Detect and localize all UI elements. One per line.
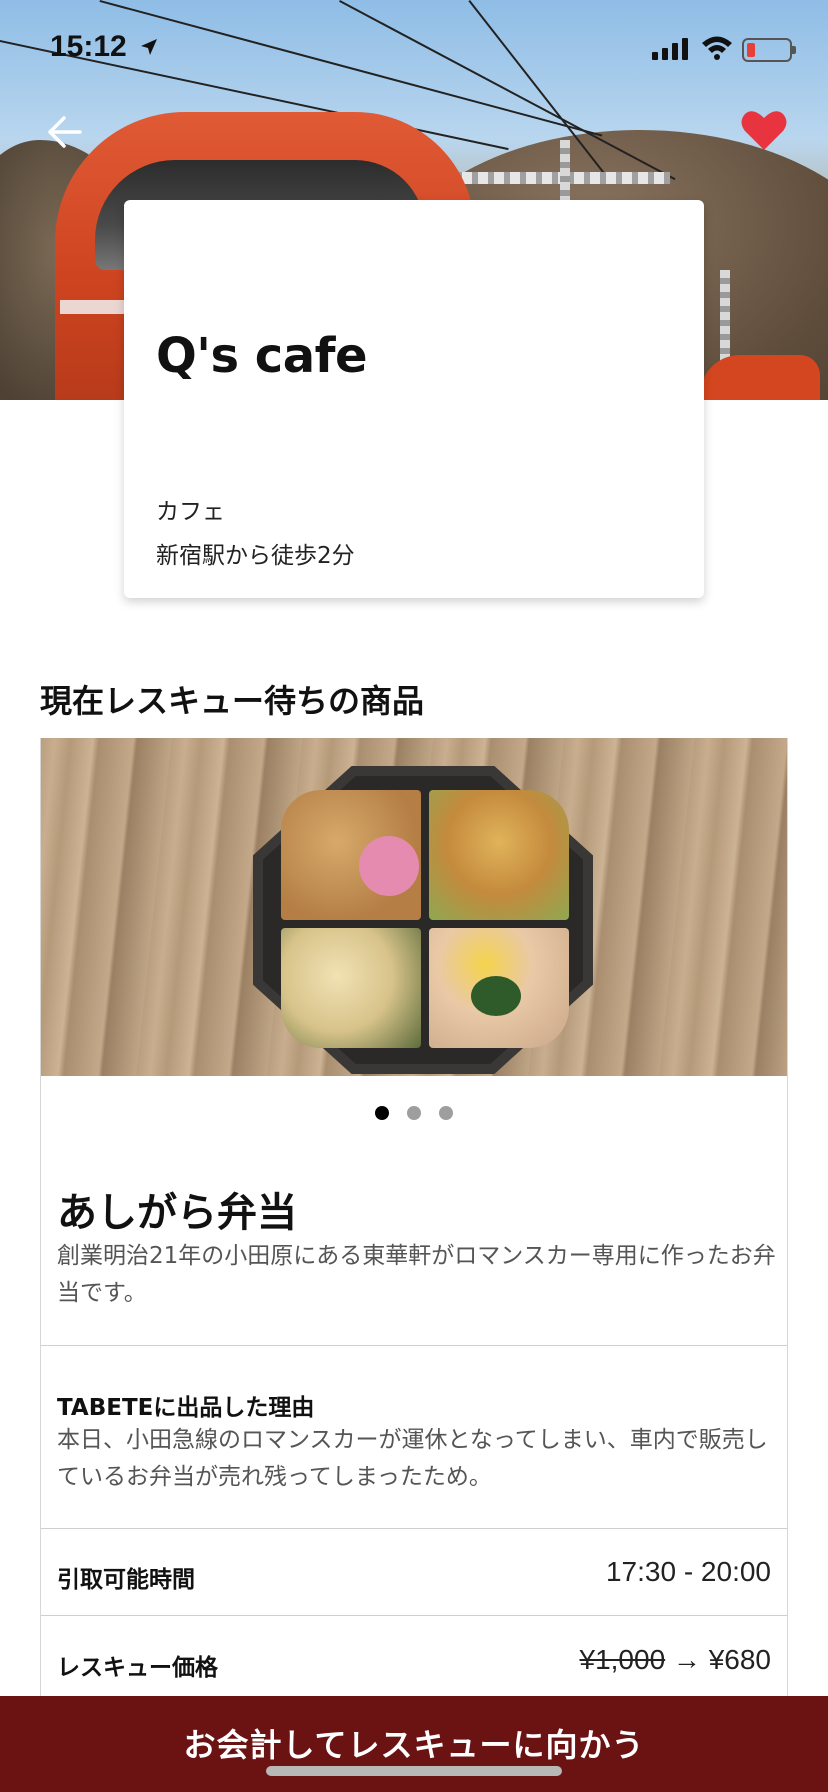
- pickup-time: 17:30 - 20:00: [605, 1556, 771, 1587]
- carousel-dots: [41, 1106, 787, 1122]
- product-card: あしがら弁当 創業明治21年の小田原にある東華軒がロマンスカー専用に作ったお弁当…: [40, 738, 788, 1792]
- wifi-icon: [702, 36, 732, 60]
- shop-category: カフェ: [156, 499, 225, 525]
- shop-access: 新宿駅から徒歩2分: [156, 543, 355, 569]
- product-image[interactable]: [41, 738, 787, 1076]
- product-name: あしがら弁当: [57, 1190, 297, 1236]
- catenary-beam: [430, 172, 670, 184]
- carousel-dot[interactable]: [375, 1106, 389, 1120]
- battery-icon: [742, 38, 796, 62]
- status-time: 15:12: [50, 30, 127, 63]
- bento-pickle: [359, 836, 419, 896]
- status-bar: 15:12: [0, 0, 828, 100]
- heart-icon[interactable]: [740, 108, 788, 152]
- battery-level: [747, 43, 755, 57]
- train-rear: [700, 355, 820, 400]
- reason-text: 本日、小田急線のロマンスカーが運休となってしまい、車内で販売しているお弁当が売れ…: [57, 1427, 768, 1490]
- divider: [41, 1615, 787, 1616]
- back-arrow-icon[interactable]: [44, 112, 84, 152]
- shop-name: Q's cafe: [156, 328, 368, 384]
- checkout-label: お会計してレスキューに向かう: [183, 1726, 645, 1764]
- reason-title: TABETEに出品した理由: [57, 1395, 315, 1421]
- battery-nub: [792, 46, 796, 54]
- price-label: レスキュー価格: [57, 1655, 218, 1681]
- bento-greens: [471, 976, 521, 1016]
- divider: [41, 1345, 787, 1346]
- carousel-dot[interactable]: [407, 1106, 421, 1120]
- carousel-dot[interactable]: [439, 1106, 453, 1120]
- location-arrow-icon: [141, 39, 157, 55]
- product-description: 創業明治21年の小田原にある東華軒がロマンスカー専用に作ったお弁当です。: [57, 1243, 776, 1306]
- section-title: 現在レスキュー待ちの商品: [40, 682, 425, 720]
- pickup-label: 引取可能時間: [57, 1567, 195, 1593]
- shop-card: Q's cafe カフェ 新宿駅から徒歩2分: [124, 200, 704, 598]
- home-indicator: [266, 1766, 562, 1776]
- price-arrow: →: [672, 1644, 701, 1675]
- rescue-price: ¥680: [708, 1644, 771, 1675]
- bento-tempura: [429, 790, 569, 920]
- checkout-button[interactable]: お会計してレスキューに向かう: [0, 1696, 828, 1792]
- divider: [41, 1528, 787, 1529]
- price-value: ¥1,000 → ¥680: [580, 1644, 772, 1676]
- cellular-signal-icon: [652, 38, 688, 60]
- original-price: ¥1,000: [579, 1644, 666, 1675]
- bento-simmered: [281, 928, 421, 1048]
